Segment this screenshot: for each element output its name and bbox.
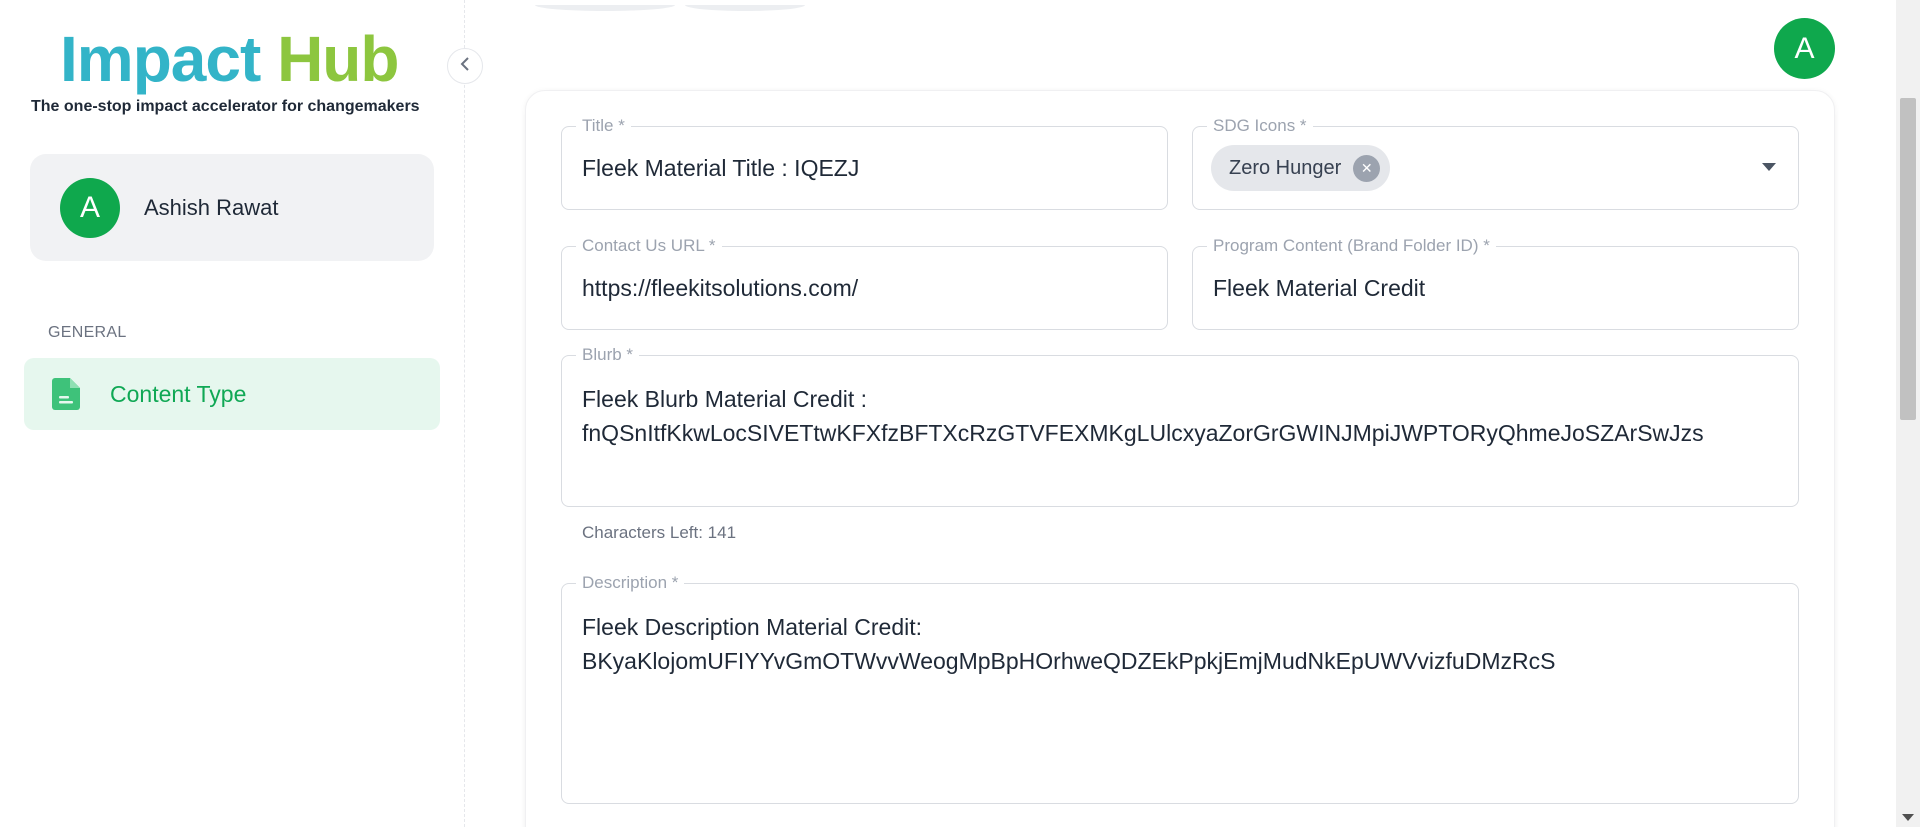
logo-word-impact: Impact bbox=[60, 23, 261, 95]
title-field-value[interactable]: Fleek Material Title : IQEZJ bbox=[582, 155, 859, 182]
chevron-left-icon bbox=[459, 56, 471, 77]
document-icon bbox=[52, 378, 80, 410]
sidebar-item-label: Content Type bbox=[110, 380, 247, 407]
description-textarea[interactable]: Description * Fleek Description Material… bbox=[561, 573, 1799, 804]
program-content-value[interactable]: Fleek Material Credit bbox=[1213, 275, 1425, 302]
title-field[interactable]: Title * Fleek Material Title : IQEZJ bbox=[561, 116, 1168, 210]
description-line-1: Fleek Description Material Credit: bbox=[582, 614, 923, 640]
chip-remove-icon[interactable]: ✕ bbox=[1353, 154, 1381, 182]
blurb-label: Blurb * bbox=[576, 345, 640, 365]
header-user-avatar[interactable]: A bbox=[1774, 18, 1835, 79]
program-content-field[interactable]: Program Content (Brand Folder ID) * Flee… bbox=[1192, 236, 1799, 330]
user-avatar: A bbox=[60, 177, 120, 238]
sidebar: Impact Hub The one-stop impact accelerat… bbox=[0, 0, 465, 827]
title-field-label: Title * bbox=[576, 116, 631, 136]
description-line-2: BKyaKlojomUFIYYvGmOTWvvWeogMpBpHOrhweQDZ… bbox=[582, 648, 1556, 674]
scroll-down-arrow-icon[interactable] bbox=[1902, 814, 1914, 821]
logo-word-hub: Hub bbox=[277, 23, 399, 95]
blurb-value[interactable]: Fleek Blurb Material Credit : fnQSnItfKk… bbox=[582, 382, 1704, 450]
description-value[interactable]: Fleek Description Material Credit: BKyaK… bbox=[582, 610, 1555, 678]
section-label-general: GENERAL bbox=[48, 324, 127, 341]
app-logo[interactable]: Impact Hub bbox=[60, 22, 399, 96]
sdg-chip-label: Zero Hunger bbox=[1229, 156, 1342, 179]
page-scrollbar[interactable] bbox=[1896, 0, 1920, 827]
program-content-label: Program Content (Brand Folder ID) * bbox=[1207, 236, 1496, 256]
sidebar-item-content-type[interactable]: Content Type bbox=[24, 358, 440, 430]
contact-url-value[interactable]: https://fleekitsolutions.com/ bbox=[582, 275, 858, 302]
sdg-icons-label: SDG Icons * bbox=[1207, 116, 1313, 136]
app-tagline: The one-stop impact accelerator for chan… bbox=[31, 98, 420, 115]
contact-url-label: Contact Us URL * bbox=[576, 236, 722, 256]
blurb-textarea[interactable]: Blurb * Fleek Blurb Material Credit : fn… bbox=[561, 345, 1799, 507]
scrollbar-thumb[interactable] bbox=[1900, 98, 1916, 420]
top-tabs-shadow bbox=[530, 0, 830, 11]
sdg-chip[interactable]: Zero Hunger ✕ bbox=[1211, 145, 1391, 191]
sidebar-collapse-button[interactable] bbox=[447, 48, 483, 84]
blurb-line-2: fnQSnItfKkwLocSIVETtwKFXfzBFTXcRzGTVFEXM… bbox=[582, 420, 1704, 446]
user-name: Ashish Rawat bbox=[144, 194, 279, 220]
sdg-icons-select[interactable]: SDG Icons * Zero Hunger ✕ bbox=[1192, 116, 1799, 210]
characters-left-counter: Characters Left: 141 bbox=[582, 523, 737, 542]
contact-url-field[interactable]: Contact Us URL * https://fleekitsolution… bbox=[561, 236, 1168, 330]
chevron-down-icon[interactable] bbox=[1762, 163, 1776, 171]
user-profile-card[interactable]: A Ashish Rawat bbox=[30, 154, 434, 261]
blurb-line-1: Fleek Blurb Material Credit : bbox=[582, 386, 868, 412]
description-label: Description * bbox=[576, 573, 685, 593]
